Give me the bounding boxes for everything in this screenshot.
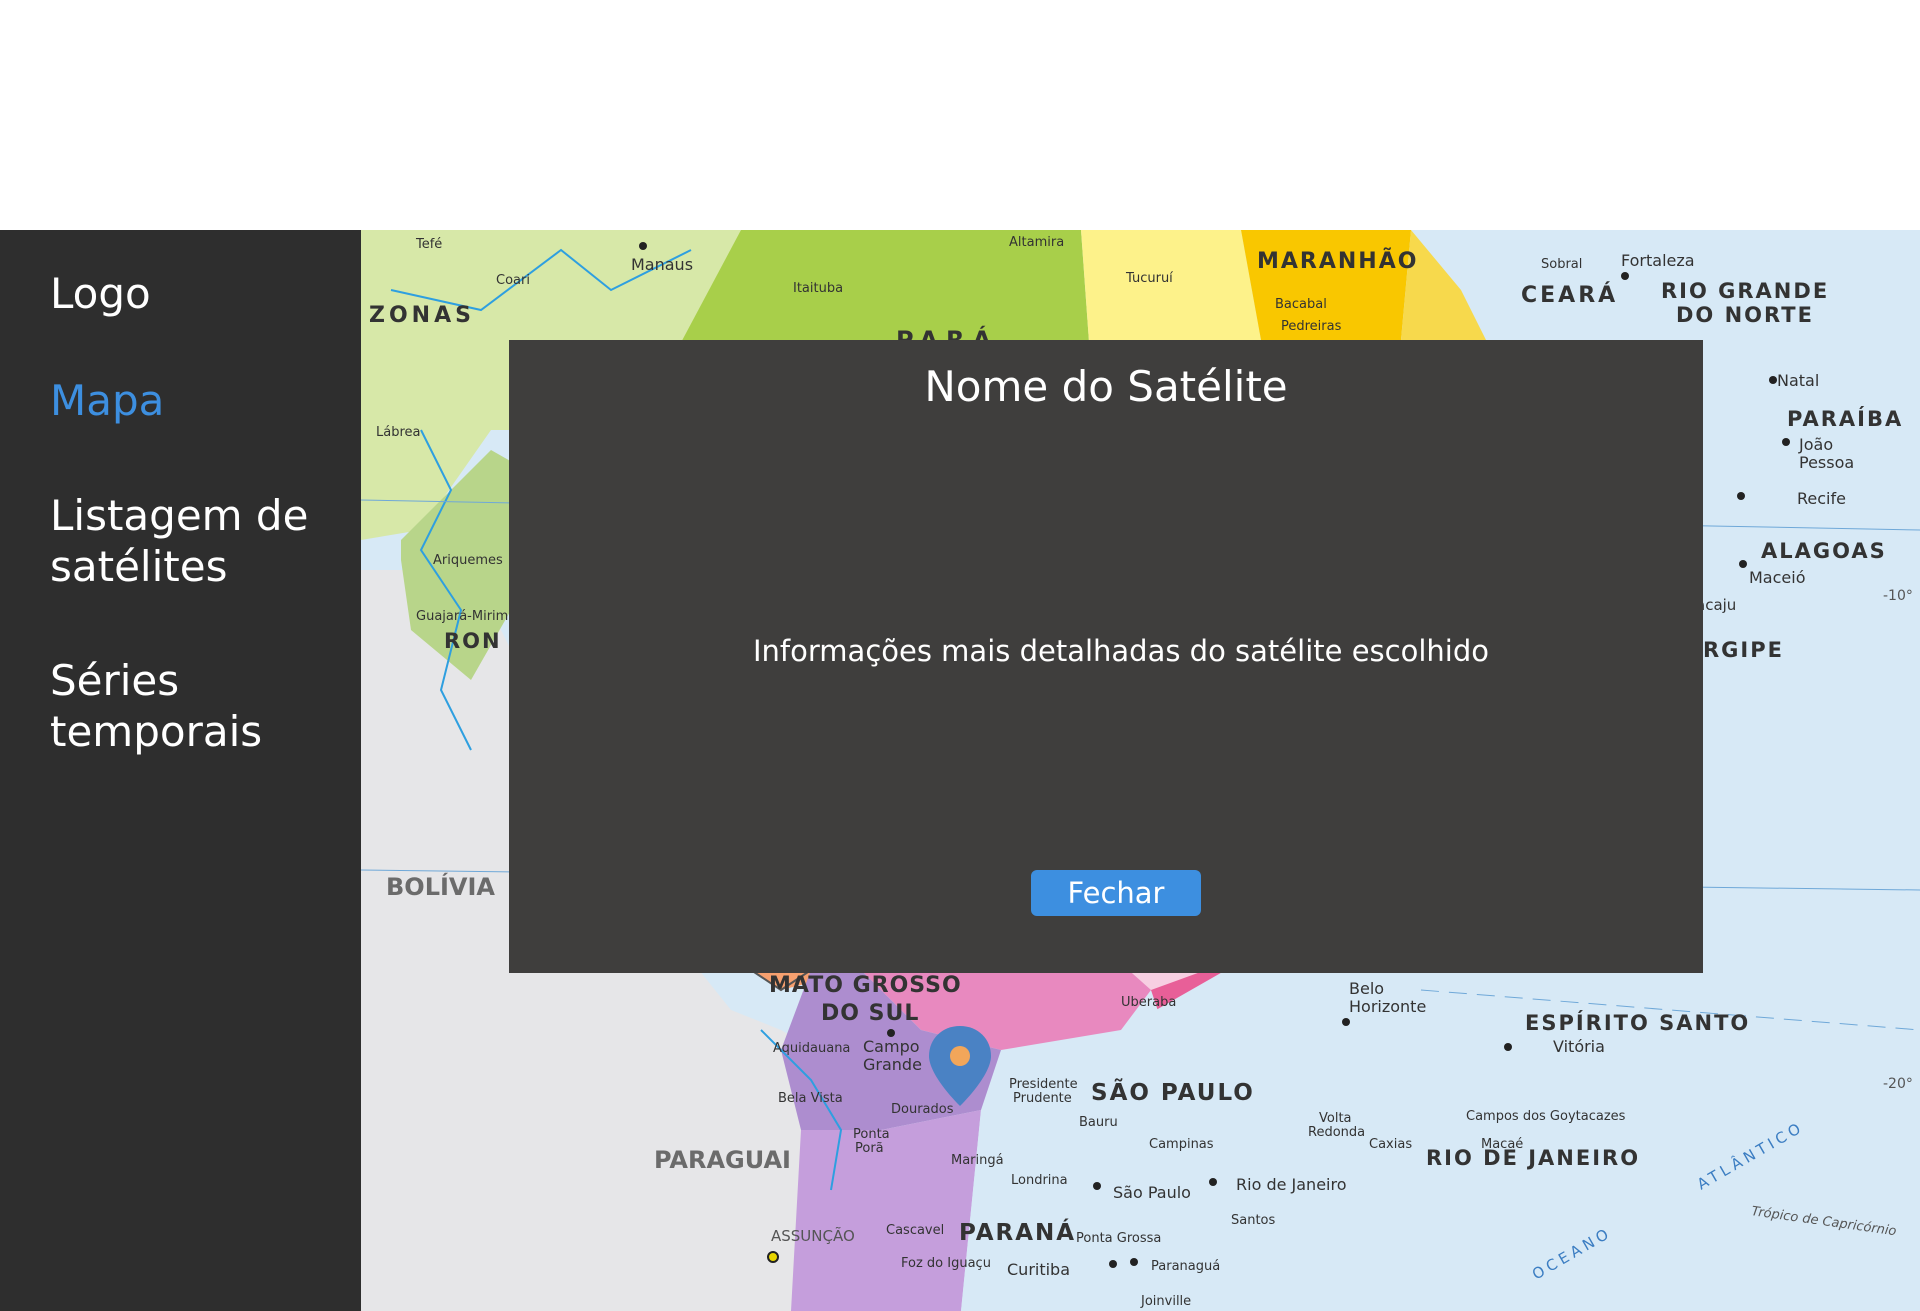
map-label: São Paulo [1113, 1183, 1191, 1202]
map-label: Ariquemes [433, 553, 503, 568]
map-label: ASSUNÇÃO [771, 1226, 855, 1245]
logo[interactable]: Logo [50, 268, 350, 319]
map-label: MARANHÃO [1257, 248, 1418, 274]
sidebar-item-listagem-de-satelites[interactable]: Listagem de satélites [50, 490, 350, 592]
modal-body-text: Informações mais detalhadas do satélite … [753, 634, 1489, 668]
map-label: Lábrea [376, 425, 420, 440]
map-label: Santos [1231, 1213, 1276, 1228]
map-label: Itaituba [793, 281, 843, 296]
map-label: Prudente [1013, 1091, 1072, 1106]
map-label: RON [444, 629, 502, 653]
sidebar-item-series-temporais[interactable]: Séries temporais [50, 655, 350, 757]
map-label: Manaus [631, 255, 693, 274]
map-label: Campo [863, 1037, 920, 1056]
map-label: RIO DE JANEIRO [1426, 1146, 1640, 1170]
map-label: ZONAS [369, 303, 475, 328]
map-label: RGIPE [1703, 638, 1784, 662]
map-label: Londrina [1011, 1173, 1068, 1188]
map-label: Maringá [951, 1153, 1004, 1168]
map-label: Foz do Iguaçu [901, 1256, 991, 1271]
map-label: DO SUL [821, 1001, 919, 1026]
map-label: Maceió [1749, 568, 1805, 587]
map-label: Volta [1319, 1111, 1352, 1126]
map-label: Recife [1797, 489, 1846, 508]
map-label: Aquidauana [773, 1041, 850, 1056]
map-label: DO NORTE [1676, 303, 1814, 327]
map-label: CEARÁ [1521, 282, 1618, 308]
map-label: Caxias [1369, 1137, 1412, 1152]
map-label: Bela Vista [778, 1091, 843, 1106]
map-label: -10° [1883, 588, 1913, 604]
map-label: PARAGUAI [654, 1146, 791, 1174]
map-label: SÃO PAULO [1091, 1078, 1255, 1106]
map-label: Ponta Grossa [1076, 1231, 1161, 1246]
map-label: Presidente [1009, 1077, 1078, 1092]
top-header [0, 0, 1920, 230]
map-label: BOLÍVIA [386, 872, 495, 901]
map-label: João [1798, 435, 1833, 454]
map-label: Grande [863, 1055, 922, 1074]
sidebar-item-mapa[interactable]: Mapa [50, 375, 350, 426]
map-label: Cascavel [886, 1223, 944, 1238]
close-button[interactable]: Fechar [1031, 870, 1201, 916]
map-label: Guajará-Mirim [416, 609, 508, 624]
map-label: ALAGOAS [1761, 539, 1887, 563]
map-label: Fortaleza [1621, 251, 1695, 270]
sidebar: Logo Mapa Listagem de satélites Séries t… [0, 230, 361, 1311]
map-label: Tefé [415, 237, 442, 252]
map-label: -20° [1883, 1076, 1913, 1092]
map-label: Pessoa [1799, 453, 1854, 472]
map-label: Paranaguá [1151, 1259, 1220, 1274]
map-label: RIO GRANDE [1661, 279, 1829, 303]
map-label: Joinville [1140, 1294, 1191, 1309]
map-label: Redonda [1308, 1125, 1365, 1140]
map-label: Bacabal [1275, 297, 1327, 312]
map-label: Pedreiras [1281, 319, 1342, 334]
map-label: Tucuruí [1125, 271, 1173, 286]
map-label: Coari [496, 273, 530, 288]
map-label: Altamira [1009, 235, 1064, 250]
map-label: Rio de Janeiro [1236, 1175, 1347, 1194]
map-label: Uberaba [1121, 995, 1176, 1010]
map-label: PARAÍBA [1787, 406, 1903, 431]
map-pin-icon[interactable] [927, 1024, 993, 1108]
modal-title: Nome do Satélite [924, 362, 1288, 411]
map-label: Curitiba [1007, 1260, 1070, 1279]
map-label: PARANÁ [959, 1218, 1076, 1246]
map-label: Macaé [1481, 1137, 1523, 1152]
map-label: Belo [1349, 979, 1384, 998]
map-label: Bauru [1079, 1115, 1118, 1130]
satellite-details-modal: Nome do Satélite Informações mais detalh… [509, 340, 1703, 973]
map-label: Ponta [853, 1127, 890, 1142]
map-label: Campos dos Goytacazes [1466, 1109, 1626, 1124]
map-label: Vitória [1553, 1037, 1605, 1056]
map-label: Campinas [1149, 1137, 1214, 1152]
map-label: Porã [855, 1141, 884, 1156]
map-label: Natal [1777, 371, 1819, 390]
map-label: Horizonte [1349, 997, 1426, 1016]
map-label: MATO GROSSO [769, 973, 962, 998]
map-label: Sobral [1541, 257, 1582, 272]
map-label: ESPÍRITO SANTO [1525, 1010, 1750, 1035]
